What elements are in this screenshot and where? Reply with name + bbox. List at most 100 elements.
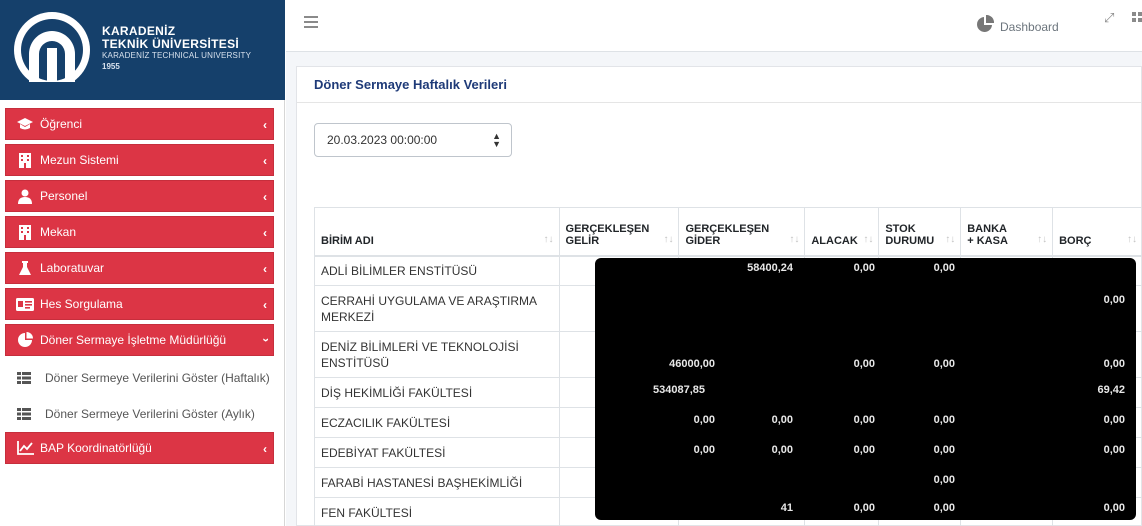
cell-birim: CERRAHİ UYGULAMA VE ARAŞTIRMA MERKEZİ: [314, 285, 560, 332]
sidebar-subitem-aylik[interactable]: Döner Sermeye Verilerini Göster (Aylık): [0, 396, 285, 432]
col-header-label: GERÇEKLEŞEN: [565, 222, 650, 235]
dashboard-link[interactable]: Dashboard: [976, 15, 1059, 34]
masked-value: 69,42: [1097, 384, 1125, 396]
sidebar-item-ogrenci[interactable]: Öğrenci ‹: [5, 108, 274, 140]
pie-chart-icon: [10, 332, 40, 348]
sort-icon: ↑↓: [789, 233, 800, 245]
cell-birim: FEN FAKÜLTESİ: [314, 497, 560, 526]
col-header-label: BİRİM ADI: [321, 234, 374, 247]
masked-value: 0,00: [933, 358, 955, 370]
date-select[interactable]: 20.03.2023 00:00:00 ▲ ▼: [314, 123, 512, 157]
sidebar-subitem-haftalik[interactable]: Döner Sermeye Verilerini Göster (Haftalı…: [0, 360, 285, 396]
hamburger-menu-icon[interactable]: [304, 16, 318, 28]
col-header-label: STOK: [885, 222, 916, 235]
masked-value: 0,00: [693, 444, 715, 456]
university-logo: [12, 12, 92, 90]
pie-chart-icon: [977, 15, 994, 32]
col-header-label: + KASA: [967, 234, 1008, 247]
masked-value: 0,00: [1103, 414, 1125, 426]
col-header-stok[interactable]: STOK DURUMU ↑↓: [878, 207, 962, 257]
building-icon: [10, 224, 40, 240]
masked-value: 0,00: [933, 414, 955, 426]
dashboard-label: Dashboard: [1000, 20, 1059, 34]
masked-value: 0,00: [771, 444, 793, 456]
sort-icon: ↑↓: [863, 233, 874, 245]
chevron-left-icon: ‹: [263, 118, 267, 132]
masked-value: 534087,85: [653, 384, 705, 396]
masked-value: 46000,00: [669, 358, 715, 370]
chevron-left-icon: ‹: [263, 262, 267, 276]
col-header-gider[interactable]: GERÇEKLEŞEN GİDER ↑↓: [678, 207, 806, 257]
sidebar-item-mezun-sistemi[interactable]: Mezun Sistemi ‹: [5, 144, 274, 176]
sidebar-item-label: Personel: [40, 189, 88, 203]
chevron-left-icon: ‹: [263, 226, 267, 240]
col-header-label: ALACAK: [811, 234, 858, 247]
sort-icon: ↑↓: [1127, 233, 1137, 245]
sidebar-item-bap[interactable]: BAP Koordinatörlüğü ‹: [5, 432, 274, 464]
masked-value: 0,00: [1103, 444, 1125, 456]
sort-icon: ↑↓: [663, 233, 674, 245]
chevron-left-icon: ‹: [263, 154, 267, 168]
cell-birim: DİŞ HEKİMLİĞİ FAKÜLTESİ: [314, 377, 560, 408]
col-header-alacak[interactable]: ALACAK ↑↓: [804, 207, 880, 257]
sidebar-item-doner-sermaye[interactable]: Döner Sermaye İşletme Müdürlüğü ‹: [5, 324, 274, 356]
masked-value: 0,00: [771, 414, 793, 426]
col-header-label: BANKA: [967, 222, 1007, 235]
cell-birim: DENİZ BİLİMLERİ VE TEKNOLOJİSİ ENSTİTÜSÜ: [314, 331, 560, 378]
masked-value: 0,00: [1103, 502, 1125, 514]
brand-name-english: KARADENİZ TECHNICAL UNIVERSITY: [102, 51, 252, 60]
sidebar-item-label: BAP Koordinatörlüğü: [40, 441, 152, 455]
id-card-icon: [10, 297, 40, 311]
fullscreen-icon[interactable]: ⤢: [1104, 10, 1114, 26]
sidebar-item-personel[interactable]: Personel ‹: [5, 180, 274, 212]
brand-name-line1: KARADENİZ: [102, 24, 176, 38]
brand-name-line2: TEKNİK ÜNİVERSİTESİ: [102, 37, 240, 51]
sidebar-menu: Öğrenci ‹ Mezun Sistemi ‹ Personel ‹ Mek…: [0, 108, 285, 468]
masked-value: 0,00: [933, 444, 955, 456]
apps-grid-icon[interactable]: [1132, 11, 1142, 23]
cell-birim: EDEBİYAT FAKÜLTESİ: [314, 437, 560, 468]
sidebar-item-label: Döner Sermaye İşletme Müdürlüğü: [40, 333, 227, 347]
sidebar-item-label: Laboratuvar: [40, 261, 105, 275]
masked-value: 0,00: [853, 444, 875, 456]
masked-value: 0,00: [933, 502, 955, 514]
masked-value: 41: [780, 502, 793, 514]
chevron-left-icon: ‹: [263, 442, 267, 456]
sort-icon: ↑↓: [945, 233, 956, 245]
select-arrows-icon: ▲ ▼: [492, 131, 501, 149]
card-header: Döner Sermaye Haftalık Verileri: [297, 67, 1141, 103]
list-icon: [9, 408, 39, 420]
redaction-mask: 46000,00 58400,24 0,00 0,00 0,00 0,00 0,…: [595, 258, 1136, 520]
sort-icon: ↑↓: [1037, 233, 1048, 245]
masked-value: 0,00: [853, 262, 875, 274]
col-header-label: GERÇEKLEŞEN: [685, 222, 770, 235]
masked-value: 0,00: [933, 474, 955, 486]
sidebar-item-laboratuvar[interactable]: Laboratuvar ‹: [5, 252, 274, 284]
building-icon: [10, 152, 40, 168]
sidebar: KARADENİZ TEKNİK ÜNİVERSİTESİ KARADENİZ …: [0, 0, 285, 526]
col-header-birim[interactable]: BİRİM ADI ↑↓: [314, 207, 560, 257]
sort-icon: ↑↓: [543, 233, 554, 245]
col-header-banka[interactable]: BANKA + KASA ↑↓: [960, 207, 1054, 257]
col-header-label: DURUMU: [885, 234, 935, 247]
masked-value: 0,00: [1103, 358, 1125, 370]
card-title: Döner Sermaye Haftalık Verileri: [314, 77, 507, 92]
sidebar-item-label: Mezun Sistemi: [40, 153, 119, 167]
list-icon: [9, 372, 39, 384]
sidebar-item-label: Öğrenci: [40, 117, 83, 131]
sidebar-subitem-label: Döner Sermeye Verilerini Göster (Haftalı…: [45, 371, 270, 385]
line-chart-icon: [10, 441, 40, 455]
col-header-borc[interactable]: BORÇ ↑↓: [1052, 207, 1142, 257]
col-header-label: GİDER: [685, 234, 721, 247]
col-header-gelir[interactable]: GERÇEKLEŞEN GELİR ↑↓: [558, 207, 680, 257]
sidebar-item-hes-sorgulama[interactable]: Hes Sorgulama ‹: [5, 288, 274, 320]
users-icon: [10, 189, 40, 204]
brand-year: 1955: [102, 62, 120, 71]
sidebar-item-mekan[interactable]: Mekan ‹: [5, 216, 274, 248]
masked-value: 0,00: [853, 502, 875, 514]
date-select-value: 20.03.2023 00:00:00: [327, 133, 438, 147]
cell-birim: FARABİ HASTANESİ BAŞHEKİMLİĞİ: [314, 467, 560, 498]
brand-header[interactable]: KARADENİZ TEKNİK ÜNİVERSİTESİ KARADENİZ …: [0, 0, 285, 100]
masked-value: 0,00: [693, 414, 715, 426]
sidebar-item-label: Hes Sorgulama: [40, 297, 123, 311]
